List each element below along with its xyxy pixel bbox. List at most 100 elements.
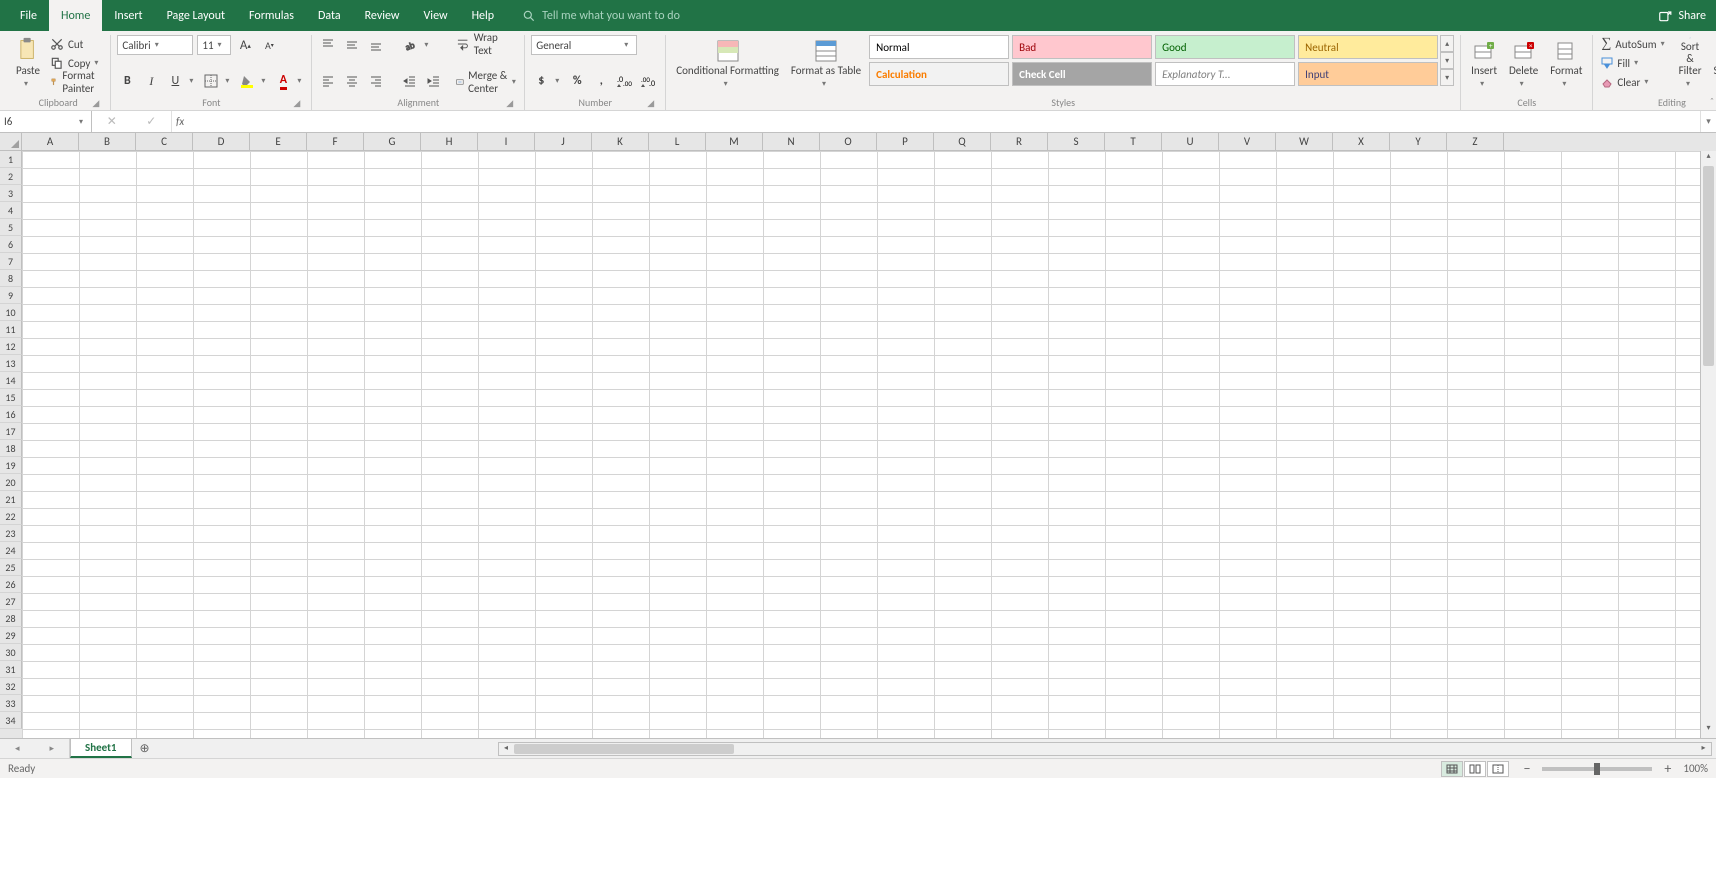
- column-header[interactable]: R: [991, 133, 1048, 151]
- column-header[interactable]: U: [1162, 133, 1219, 151]
- row-header[interactable]: 12: [0, 338, 22, 355]
- row-header[interactable]: 2: [0, 168, 22, 185]
- format-cells-button[interactable]: Format▾: [1546, 35, 1586, 91]
- enter-formula-button[interactable]: ✓: [146, 114, 156, 129]
- align-center-button[interactable]: [342, 71, 362, 91]
- tab-data[interactable]: Data: [306, 0, 353, 31]
- row-header[interactable]: 33: [0, 695, 22, 712]
- row-header[interactable]: 13: [0, 355, 22, 372]
- tab-view[interactable]: View: [412, 0, 460, 31]
- row-header[interactable]: 8: [0, 270, 22, 287]
- cell-style-calculation[interactable]: Calculation: [869, 62, 1009, 86]
- column-header[interactable]: Q: [934, 133, 991, 151]
- cell-style-input[interactable]: Input: [1298, 62, 1438, 86]
- column-header[interactable]: A: [22, 133, 79, 151]
- row-header[interactable]: 5: [0, 219, 22, 236]
- sort-filter-button[interactable]: AZ Sort & Filter▾: [1675, 35, 1706, 91]
- percent-format-button[interactable]: %: [567, 71, 587, 91]
- vertical-scrollbar[interactable]: ▴ ▾: [1700, 151, 1716, 738]
- column-header[interactable]: S: [1048, 133, 1105, 151]
- row-header[interactable]: 10: [0, 304, 22, 321]
- font-color-dropdown[interactable]: ▾: [297, 76, 305, 86]
- cells-area[interactable]: [22, 151, 1700, 738]
- vertical-scroll-thumb[interactable]: [1703, 166, 1714, 366]
- delete-cells-button[interactable]: × Delete▾: [1505, 35, 1542, 91]
- page-break-view-button[interactable]: [1487, 761, 1509, 777]
- column-header[interactable]: W: [1276, 133, 1333, 151]
- scroll-left-button[interactable]: ◂: [499, 743, 514, 755]
- italic-button[interactable]: I: [141, 71, 161, 91]
- row-header[interactable]: 16: [0, 406, 22, 423]
- fill-color-button[interactable]: [237, 71, 257, 91]
- cell-style-explanatory[interactable]: Explanatory T...: [1155, 62, 1295, 86]
- row-header[interactable]: 30: [0, 644, 22, 661]
- tell-me-search[interactable]: Tell me what you want to do: [522, 0, 680, 31]
- insert-function-button[interactable]: fx: [176, 115, 184, 128]
- bold-button[interactable]: B: [117, 71, 137, 91]
- styles-more[interactable]: ▾: [1440, 69, 1454, 86]
- row-header[interactable]: 20: [0, 474, 22, 491]
- align-middle-button[interactable]: [342, 35, 362, 55]
- column-header[interactable]: O: [820, 133, 877, 151]
- row-header[interactable]: 28: [0, 610, 22, 627]
- comma-format-button[interactable]: ,: [591, 71, 611, 91]
- wrap-text-button[interactable]: Wrap Text: [454, 35, 518, 53]
- column-header[interactable]: B: [79, 133, 136, 151]
- column-header[interactable]: D: [193, 133, 250, 151]
- autosum-button[interactable]: ∑ AutoSum ▾: [1599, 35, 1670, 53]
- row-header[interactable]: 3: [0, 185, 22, 202]
- scroll-down-button[interactable]: ▾: [1701, 723, 1716, 738]
- decrease-decimal-button[interactable]: .00.0: [639, 71, 659, 91]
- font-name-combo[interactable]: Calibri▾: [117, 35, 193, 55]
- row-header[interactable]: 32: [0, 678, 22, 695]
- column-header[interactable]: G: [364, 133, 421, 151]
- borders-button[interactable]: [201, 71, 221, 91]
- styles-scroll-up[interactable]: ▴: [1440, 35, 1454, 52]
- orientation-dropdown[interactable]: ▾: [424, 40, 432, 50]
- cell-style-good[interactable]: Good: [1155, 35, 1295, 59]
- column-header[interactable]: P: [877, 133, 934, 151]
- conditional-formatting-button[interactable]: Conditional Formatting ▾: [672, 35, 783, 91]
- fill-color-dropdown[interactable]: ▾: [261, 76, 269, 86]
- decrease-font-button[interactable]: A▾: [259, 35, 279, 55]
- share-button[interactable]: Share: [1658, 0, 1716, 31]
- row-header[interactable]: 4: [0, 202, 22, 219]
- column-header[interactable]: F: [307, 133, 364, 151]
- cancel-formula-button[interactable]: ✕: [107, 114, 117, 129]
- find-select-button[interactable]: Find & Select▾: [1710, 35, 1716, 91]
- row-header[interactable]: 9: [0, 287, 22, 304]
- increase-indent-button[interactable]: [424, 71, 444, 91]
- row-header[interactable]: 6: [0, 236, 22, 253]
- zoom-slider-thumb[interactable]: [1594, 763, 1600, 775]
- page-layout-view-button[interactable]: [1464, 761, 1486, 777]
- row-header[interactable]: 7: [0, 253, 22, 270]
- tab-home[interactable]: Home: [49, 0, 102, 31]
- tab-formulas[interactable]: Formulas: [237, 0, 306, 31]
- scroll-up-button[interactable]: ▴: [1701, 151, 1716, 166]
- zoom-percent[interactable]: 100%: [1683, 762, 1708, 775]
- row-header[interactable]: 19: [0, 457, 22, 474]
- column-header[interactable]: T: [1105, 133, 1162, 151]
- new-sheet-button[interactable]: ⊕: [132, 739, 158, 758]
- horizontal-scroll-thumb[interactable]: [514, 744, 734, 754]
- font-launcher[interactable]: ◢: [293, 98, 305, 110]
- select-all-corner[interactable]: [0, 133, 22, 151]
- row-header[interactable]: 17: [0, 423, 22, 440]
- align-bottom-button[interactable]: [366, 35, 386, 55]
- row-header[interactable]: 14: [0, 372, 22, 389]
- column-header[interactable]: E: [250, 133, 307, 151]
- alignment-launcher[interactable]: ◢: [506, 98, 518, 110]
- column-header[interactable]: I: [478, 133, 535, 151]
- row-header[interactable]: 27: [0, 593, 22, 610]
- cell-style-normal[interactable]: Normal: [869, 35, 1009, 59]
- decrease-indent-button[interactable]: [400, 71, 420, 91]
- increase-font-button[interactable]: A▴: [235, 35, 255, 55]
- row-header[interactable]: 24: [0, 542, 22, 559]
- format-as-table-button[interactable]: Format as Table ▾: [787, 35, 865, 91]
- row-header[interactable]: 25: [0, 559, 22, 576]
- font-color-button[interactable]: A: [273, 71, 293, 91]
- align-left-button[interactable]: [318, 71, 338, 91]
- column-header[interactable]: L: [649, 133, 706, 151]
- cell-style-bad[interactable]: Bad: [1012, 35, 1152, 59]
- tab-review[interactable]: Review: [353, 0, 412, 31]
